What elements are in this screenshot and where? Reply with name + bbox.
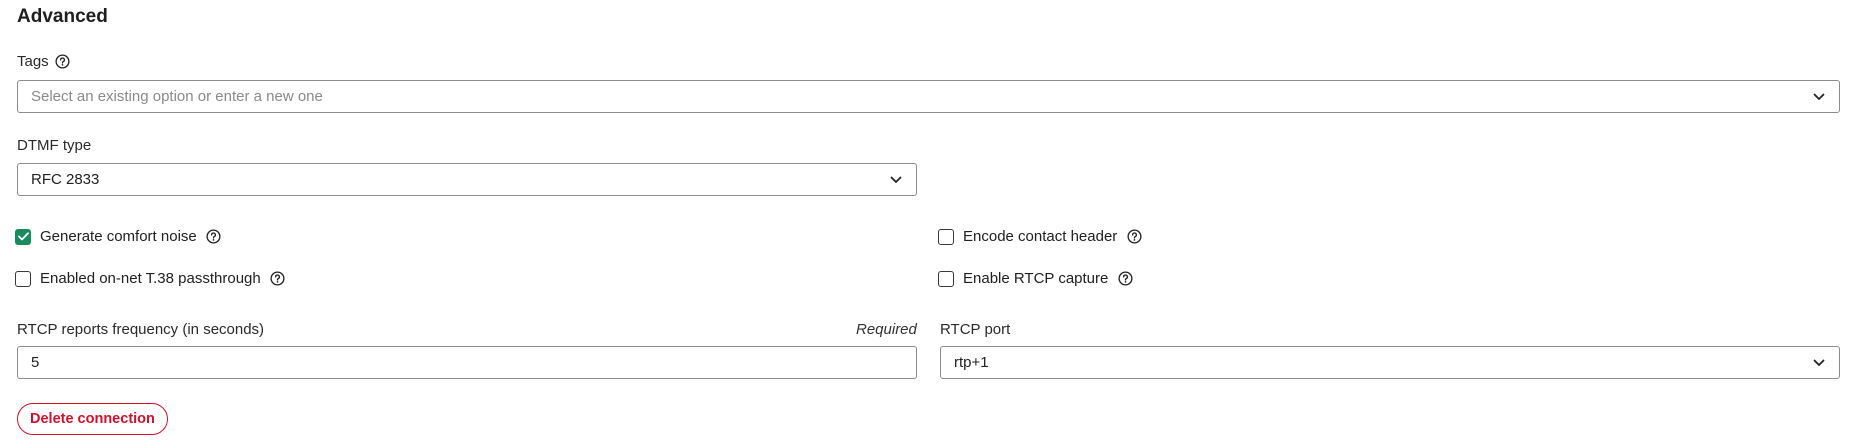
rtcp-capture-help-icon[interactable] xyxy=(1117,271,1133,287)
dtmf-select[interactable]: RFC 2833 xyxy=(17,163,917,196)
encode-contact-checkbox[interactable] xyxy=(938,228,954,245)
rtcp-capture-checkbox[interactable] xyxy=(938,270,954,287)
t38-checkbox[interactable] xyxy=(15,270,31,287)
t38-help-icon[interactable] xyxy=(270,271,286,287)
tags-help-icon[interactable] xyxy=(55,54,71,70)
chevron-down-icon xyxy=(1812,90,1826,104)
tags-placeholder: Select an existing option or enter a new… xyxy=(31,88,323,105)
comfort-noise-label: Generate comfort noise xyxy=(40,228,197,245)
rtcp-capture-row: Enable RTCP capture xyxy=(938,270,1133,287)
comfort-noise-help-icon[interactable] xyxy=(206,229,222,245)
chevron-down-icon xyxy=(1812,356,1826,370)
t38-row: Enabled on-net T.38 passthrough xyxy=(15,270,286,287)
encode-contact-label: Encode contact header xyxy=(963,228,1118,245)
tags-label-row: Tags xyxy=(17,53,71,70)
rtcp-frequency-label: RTCP reports frequency (in seconds) xyxy=(17,321,265,338)
rtcp-frequency-label-row: RTCP reports frequency (in seconds) xyxy=(17,321,264,338)
rtcp-capture-label: Enable RTCP capture xyxy=(963,270,1109,287)
delete-connection-button[interactable]: Delete connection xyxy=(17,403,168,435)
encode-contact-help-icon[interactable] xyxy=(1126,229,1142,245)
dtmf-value: RFC 2833 xyxy=(31,171,100,188)
advanced-settings-panel: Advanced Tags Select an existing option … xyxy=(0,0,1858,444)
dtmf-label-row: DTMF type xyxy=(17,137,91,154)
rtcp-port-value: rtp+1 xyxy=(954,354,989,371)
rtcp-port-label-row: RTCP port xyxy=(940,321,1010,338)
chevron-down-icon xyxy=(889,173,903,187)
rtcp-frequency-input[interactable] xyxy=(17,346,917,379)
comfort-noise-row: Generate comfort noise xyxy=(15,228,222,245)
comfort-noise-checkbox[interactable] xyxy=(15,228,31,245)
rtcp-port-label: RTCP port xyxy=(940,321,1011,338)
dtmf-label: DTMF type xyxy=(17,137,92,154)
t38-label: Enabled on-net T.38 passthrough xyxy=(40,270,261,287)
tags-label: Tags xyxy=(17,53,49,70)
tags-select[interactable]: Select an existing option or enter a new… xyxy=(17,80,1840,113)
section-title: Advanced xyxy=(17,6,108,27)
required-hint: Required xyxy=(856,321,917,338)
rtcp-port-select[interactable]: rtp+1 xyxy=(940,346,1840,379)
encode-contact-row: Encode contact header xyxy=(938,228,1142,245)
